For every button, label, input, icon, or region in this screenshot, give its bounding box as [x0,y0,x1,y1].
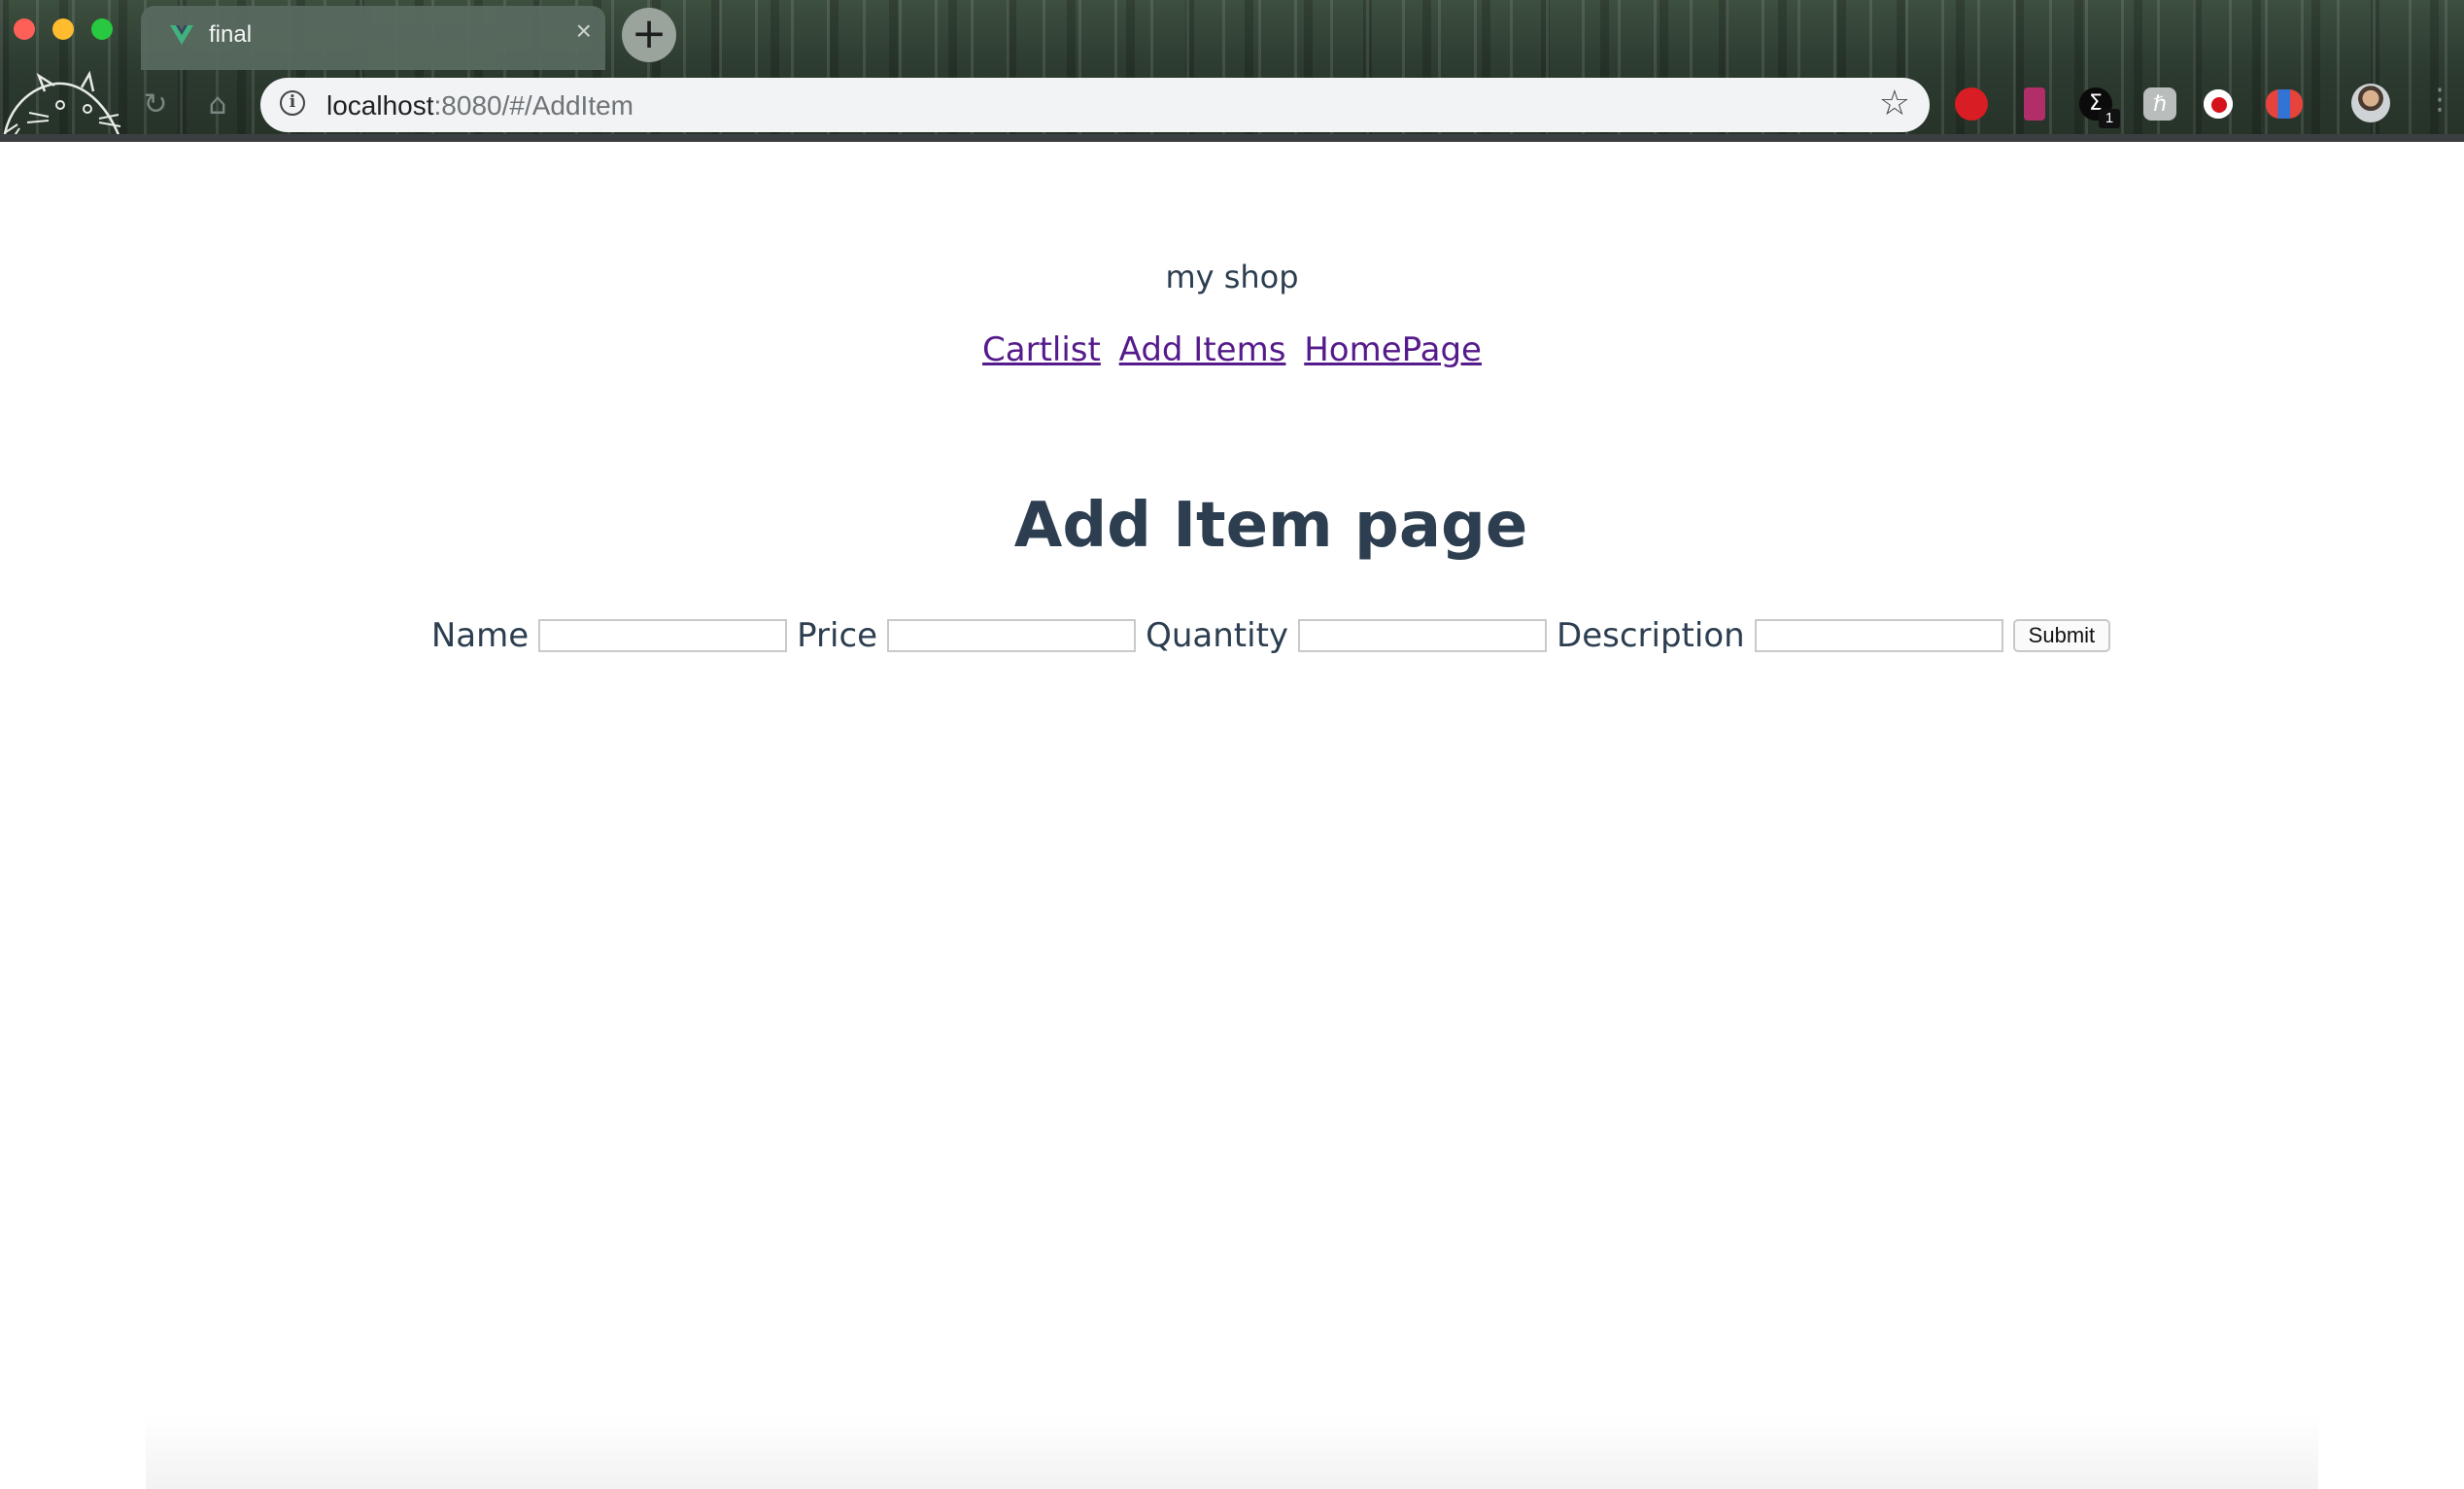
reload-icon[interactable]: ↻ [138,87,173,122]
bottom-shadow [146,1415,2318,1489]
address-bar[interactable]: i localhost:8080/#/AddItem ☆ [260,78,1930,132]
url-path: :8080/#/AddItem [433,90,633,121]
nav-link-cartlist[interactable]: Cartlist [982,330,1101,369]
page-title: Add Item page [1013,490,1528,562]
browser-menu-icon[interactable]: ⋮ [2425,86,2454,115]
bookmark-star-icon[interactable]: ☆ [1879,84,1910,123]
adblock-extension-icon[interactable] [1955,87,1988,121]
totoro-mascot-icon [2,70,122,141]
tab-close-icon[interactable]: × [576,17,592,45]
description-label: Description [1557,616,1745,655]
page-content: my shop Cartlist Add Items HomePage Add … [0,142,2464,1489]
name-input[interactable] [538,619,788,652]
record-dot-icon [2211,97,2227,113]
submit-button[interactable]: Submit [2012,619,2111,652]
nav-links: Cartlist Add Items HomePage [0,330,2464,369]
url-text[interactable]: localhost:8080/#/AddItem [326,90,633,121]
price-label: Price [797,616,878,655]
vue-logo-icon [170,25,193,45]
site-info-icon[interactable]: i [280,90,305,116]
bookmark-extension-icon[interactable] [2024,87,2045,121]
glasses-extension-icon[interactable] [2266,89,2303,119]
nav-link-add-items[interactable]: Add Items [1119,330,1286,369]
add-item-form: Name Price Quantity Description Submit [0,616,2464,655]
profile-avatar[interactable] [2351,84,2390,122]
home-icon[interactable]: ⌂ [200,87,235,122]
new-tab-button[interactable]: + [622,8,676,62]
window-zoom-button[interactable] [91,18,113,40]
nav-link-homepage[interactable]: HomePage [1304,330,1482,369]
hk-extension-icon[interactable]: ℏ [2143,87,2176,121]
browser-chrome: final × + ↻ ⌂ i localhost:8080/#/AddItem… [0,0,2464,142]
name-label: Name [430,616,530,655]
shop-title: my shop [1165,259,1299,295]
extension-badge: 1 [2099,109,2120,128]
toolbar-divider [0,134,2464,142]
description-input[interactable] [1754,619,2003,652]
quantity-label: Quantity [1146,616,1289,655]
url-host: localhost [326,90,434,121]
browser-tab[interactable]: final × [141,6,605,70]
window-minimize-button[interactable] [52,18,74,40]
price-input[interactable] [887,619,1137,652]
quantity-input[interactable] [1298,619,1548,652]
window-close-button[interactable] [14,18,35,40]
tab-title: final [209,21,253,48]
